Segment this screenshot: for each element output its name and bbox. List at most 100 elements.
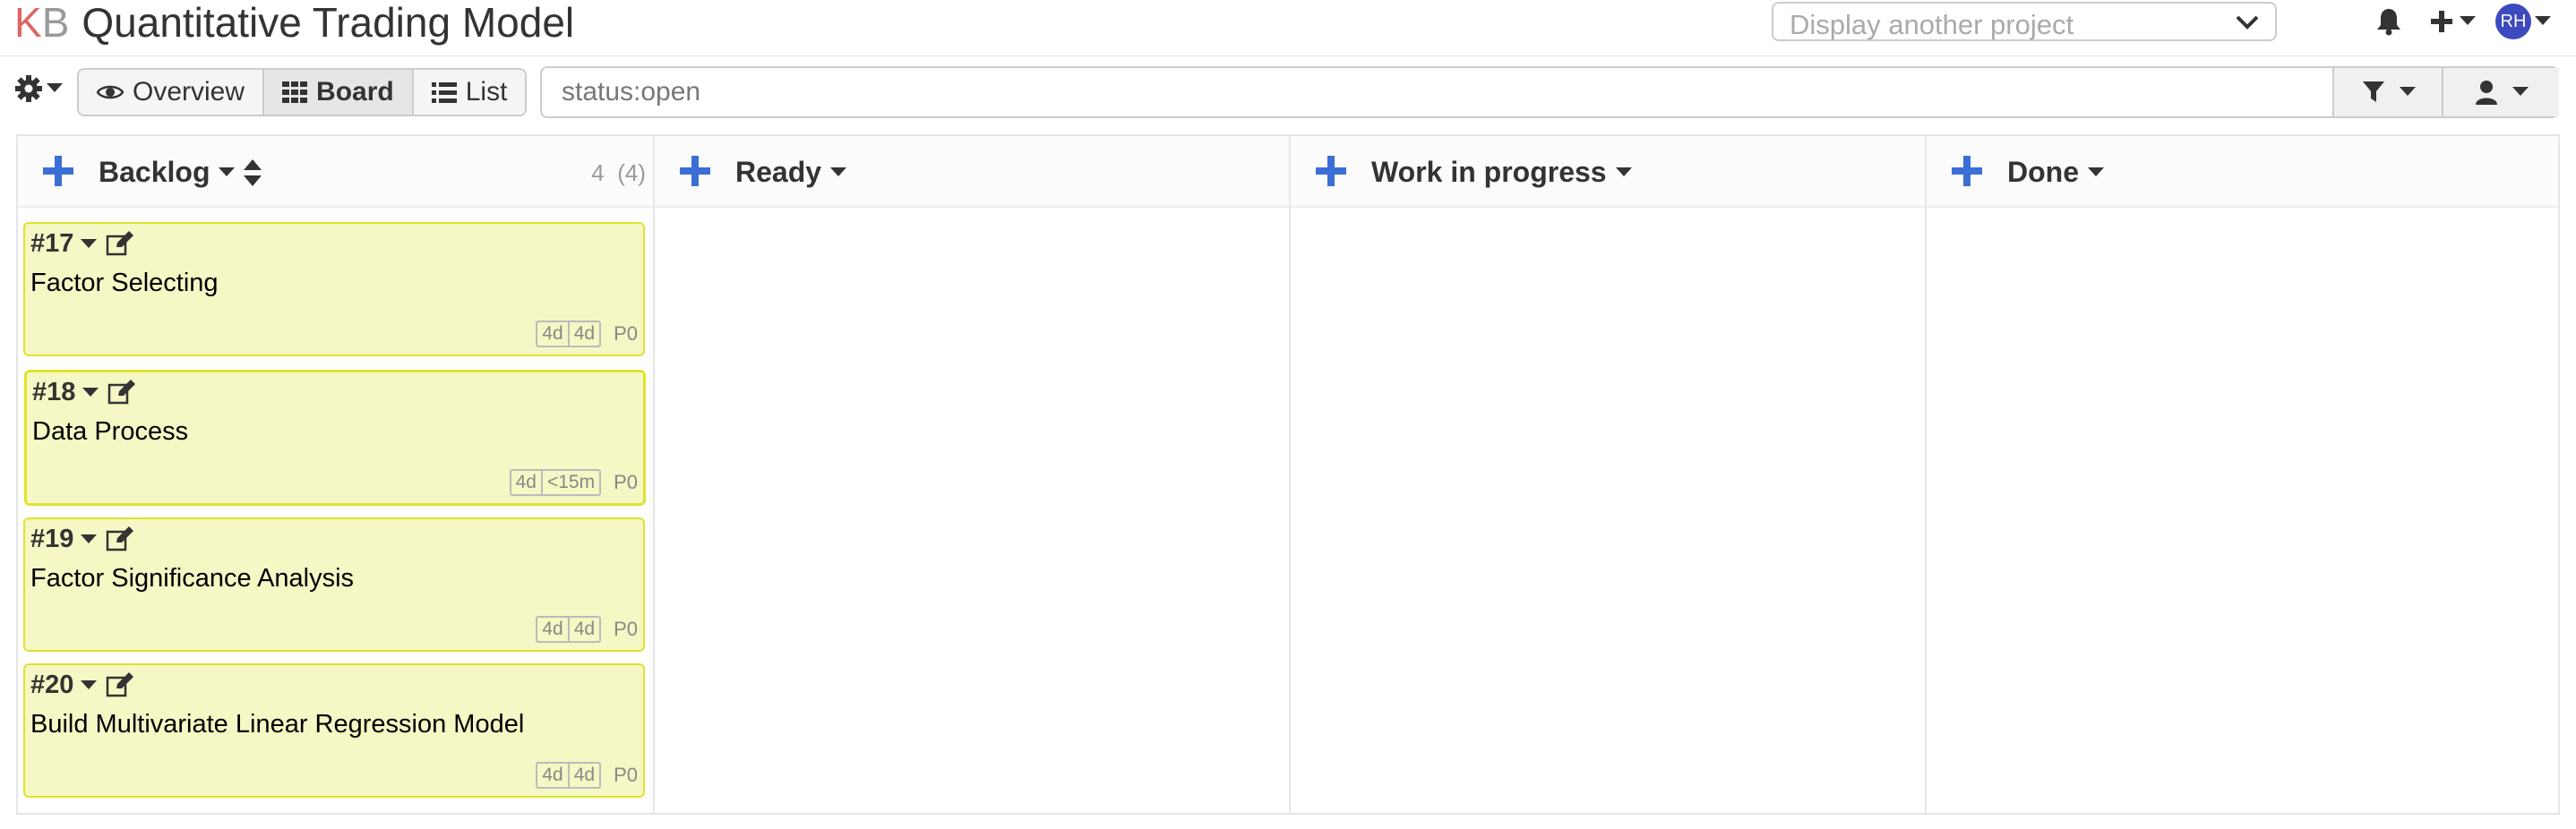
- time-estimated: 4d: [542, 765, 563, 785]
- overview-label: Overview: [133, 77, 245, 107]
- edit-icon[interactable]: [107, 380, 136, 405]
- task-title[interactable]: Data Process: [32, 417, 188, 447]
- logo-k[interactable]: K: [14, 0, 42, 47]
- edit-icon[interactable]: [106, 231, 134, 256]
- task-id: #18: [32, 378, 76, 406]
- edit-icon[interactable]: [106, 526, 134, 551]
- time-spent: 4d: [567, 322, 599, 346]
- task-priority: P0: [614, 618, 638, 640]
- time-spent: 4d: [567, 764, 599, 787]
- add-task-icon[interactable]: [1950, 154, 1984, 188]
- logo-and-title: KB Quantitative Trading Model: [14, 0, 575, 47]
- caret-down-icon: [81, 679, 98, 689]
- column-title-text: Ready: [735, 156, 822, 188]
- avatar: RH: [2495, 4, 2531, 39]
- task-priority: P0: [614, 322, 638, 345]
- caret-down-icon: [47, 83, 63, 92]
- user-menu[interactable]: RH: [2495, 4, 2551, 39]
- time-spent: 4d: [567, 618, 599, 641]
- column-header: Ready: [655, 136, 1289, 208]
- board: Backlog 4 (4) #17 Factor Selecting 4d 4d…: [16, 134, 2560, 815]
- time-tracking: 4d 4d: [536, 616, 602, 643]
- task-id-menu[interactable]: #19: [30, 525, 98, 554]
- list-view-button[interactable]: List: [413, 70, 526, 115]
- task-meta: 4d 4d P0: [536, 616, 638, 643]
- user-filter-menu-button[interactable]: [2442, 68, 2559, 116]
- list-label: List: [465, 77, 508, 107]
- sort-icon[interactable]: [244, 158, 262, 186]
- th-icon: [282, 81, 308, 103]
- project-title: Quantitative Trading Model: [82, 0, 575, 46]
- caret-down-icon: [1615, 167, 1632, 176]
- view-switcher: Overview Board List: [77, 68, 528, 116]
- task-priority: P0: [614, 471, 638, 493]
- filter-icon: [2363, 81, 2384, 102]
- caret-down-icon: [2535, 16, 2551, 25]
- column-title-text: Backlog: [99, 156, 210, 188]
- caret-down-icon: [2400, 87, 2416, 96]
- overview-view-button[interactable]: Overview: [79, 70, 265, 115]
- column-title[interactable]: Done: [2007, 156, 2104, 189]
- column-title-text: Done: [2007, 156, 2079, 188]
- column-title[interactable]: Work in progress: [1371, 156, 1632, 189]
- task-id: #19: [30, 525, 74, 553]
- time-tracking: 4d 4d: [536, 762, 602, 789]
- task-id-menu[interactable]: #18: [32, 378, 99, 407]
- edit-icon[interactable]: [106, 672, 134, 697]
- caret-down-icon: [2512, 87, 2529, 96]
- search-input[interactable]: [562, 75, 1959, 109]
- task-title[interactable]: Factor Significance Analysis: [30, 564, 354, 594]
- logo-b[interactable]: B: [42, 0, 70, 47]
- search-bar: [540, 66, 2559, 118]
- time-estimated: 4d: [515, 472, 537, 492]
- gear-icon: [15, 75, 42, 102]
- task-title[interactable]: Build Multivariate Linear Regression Mod…: [30, 710, 524, 739]
- caret-down-icon: [82, 387, 99, 397]
- column-title[interactable]: Ready: [735, 156, 847, 189]
- user-icon: [2475, 81, 2497, 105]
- add-task-icon[interactable]: [678, 154, 712, 188]
- caret-down-icon: [81, 238, 98, 248]
- task-count: 4: [591, 159, 605, 186]
- task-card[interactable]: #20 Build Multivariate Linear Regression…: [23, 663, 645, 798]
- time-estimated: 4d: [542, 619, 563, 639]
- task-id: #20: [30, 671, 74, 699]
- task-meta: 4d <15m P0: [509, 469, 638, 496]
- column-backlog: Backlog 4 (4) #17 Factor Selecting 4d 4d…: [18, 136, 655, 813]
- project-settings-menu[interactable]: [14, 74, 63, 103]
- header: KB Quantitative Trading Model Display an…: [0, 0, 2576, 56]
- add-task-icon[interactable]: [41, 154, 75, 188]
- list-icon: [431, 82, 457, 103]
- plus-icon: [2431, 11, 2452, 32]
- column-title[interactable]: Backlog: [99, 156, 262, 189]
- task-card[interactable]: #18 Data Process 4d <15m P0: [24, 370, 646, 506]
- add-task-icon[interactable]: [1314, 154, 1348, 188]
- task-id-menu[interactable]: #20: [30, 671, 98, 700]
- caret-down-icon: [81, 534, 98, 543]
- board-label: Board: [316, 77, 394, 107]
- column-header: Done: [1927, 136, 2558, 208]
- task-card[interactable]: #17 Factor Selecting 4d 4d P0: [23, 222, 645, 356]
- task-card[interactable]: #19 Factor Significance Analysis 4d 4d P…: [23, 517, 645, 652]
- project-select[interactable]: Display another project: [1772, 2, 2277, 41]
- task-meta: 4d 4d P0: [536, 320, 638, 347]
- filter-menu-button[interactable]: [2332, 68, 2443, 116]
- bell-icon[interactable]: [2375, 5, 2402, 38]
- task-total: (4): [617, 159, 646, 186]
- column-header: Work in progress: [1291, 136, 1925, 208]
- time-spent: <15m: [540, 471, 599, 494]
- column-task-count: 4 (4): [591, 159, 646, 187]
- time-tracking: 4d 4d: [536, 320, 602, 347]
- task-id-menu[interactable]: #17: [30, 229, 98, 259]
- add-menu-button[interactable]: [2429, 5, 2476, 38]
- task-title[interactable]: Factor Selecting: [30, 269, 219, 298]
- caret-down-icon: [219, 167, 236, 176]
- time-estimated: 4d: [542, 323, 563, 344]
- caret-down-icon: [2460, 16, 2476, 25]
- eye-icon: [97, 85, 124, 99]
- column-done: Done: [1927, 136, 2558, 813]
- column-work-in-progress: Work in progress: [1291, 136, 1927, 813]
- project-select-placeholder: Display another project: [1790, 9, 2074, 40]
- task-priority: P0: [614, 764, 638, 786]
- board-view-button[interactable]: Board: [264, 70, 414, 115]
